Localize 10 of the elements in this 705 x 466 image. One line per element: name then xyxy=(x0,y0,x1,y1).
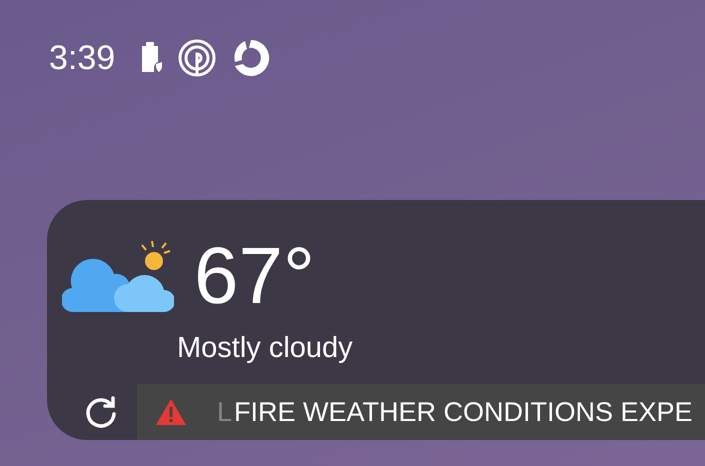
warning-icon xyxy=(155,398,187,426)
weather-condition: Mostly cloudy xyxy=(177,332,354,365)
clock-time: 3:39 xyxy=(49,38,116,78)
alert-banner[interactable]: LFIRE WEATHER CONDITIONS EXPE xyxy=(137,384,705,440)
temperature: 67° xyxy=(194,236,315,316)
alert-text: FIRE WEATHER CONDITIONS EXPE xyxy=(234,396,693,428)
cloud-sun-icon xyxy=(62,238,174,314)
alert-text-fragment: L xyxy=(217,396,232,428)
battery-icon xyxy=(141,42,164,74)
spiral-icon xyxy=(177,38,218,78)
